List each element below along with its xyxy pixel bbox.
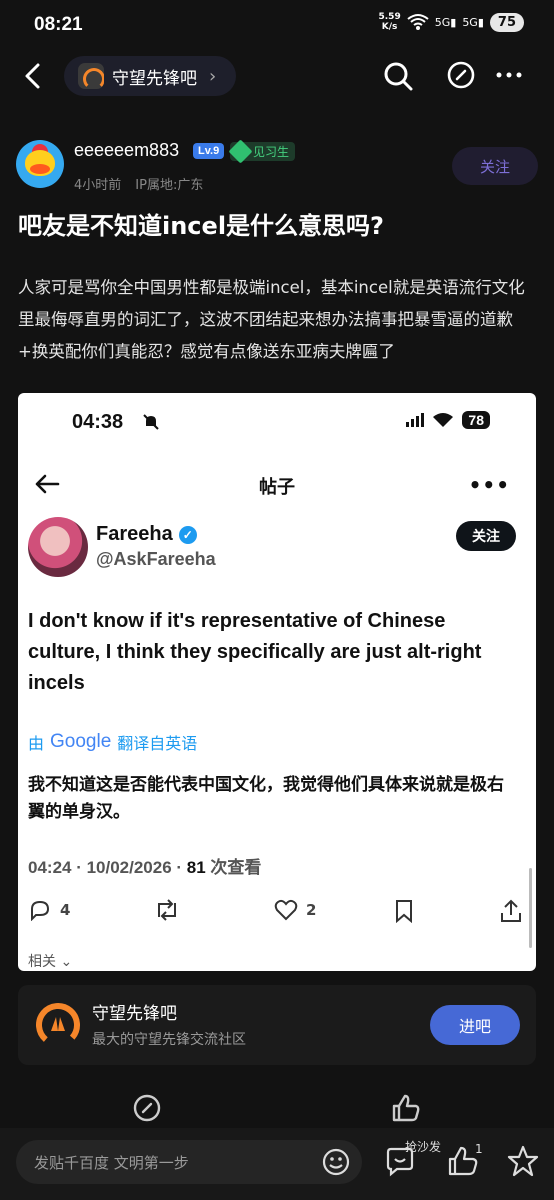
edit-reply-icon[interactable] xyxy=(131,1092,163,1124)
join-forum-button[interactable]: 进吧 xyxy=(430,1005,520,1045)
like-count-shot: 2 xyxy=(306,901,317,919)
post-actions xyxy=(0,1092,554,1128)
search-icon[interactable] xyxy=(382,60,414,92)
retweet-icon xyxy=(158,899,176,921)
top-nav: 守望先锋吧 › xyxy=(0,50,554,106)
forum-name: 守望先锋吧 xyxy=(112,68,197,89)
avatar[interactable] xyxy=(16,140,64,188)
tweet-timestamp: 04:24 · 10/02/2026 · xyxy=(28,858,187,877)
embedded-screenshot[interactable]: 04:38 78 帖子 ••• Fareeha ✓ @AskFareeha 关注… xyxy=(18,393,536,971)
bookmark-icon xyxy=(396,900,412,923)
tweet-actions: 4 2 xyxy=(28,899,528,925)
heart-icon xyxy=(274,899,298,921)
overwatch-logo-icon xyxy=(36,1003,80,1047)
chevron-right-icon: › xyxy=(209,65,217,87)
translate-label: 由 Google 翻译自英语 xyxy=(28,730,197,754)
more-icon[interactable] xyxy=(494,60,524,90)
star-icon[interactable] xyxy=(506,1144,540,1178)
shot-status-time: 04:38 xyxy=(72,411,124,433)
status-time: 08:21 xyxy=(34,14,83,35)
tweet-text: I don't know if it's representative of C… xyxy=(28,610,482,694)
author-name[interactable]: eeeeeem883 xyxy=(74,140,179,161)
wifi-icon xyxy=(407,14,429,30)
status-icons: 5.59 K/s 5G▮ 5G▮ 75 xyxy=(379,12,524,32)
translate-suffix: 翻译自英语 xyxy=(117,734,198,753)
signal-5g-icon: 5G▮ xyxy=(434,15,457,29)
post-author: eeeeeem883 Lv.9 见习生 4小时前 IP属地:广东 关注 xyxy=(16,139,538,196)
bottom-bar: 发贴千百度 文明第一步 抢沙发 1 xyxy=(0,1128,554,1200)
battery-indicator: 75 xyxy=(489,12,524,32)
shot-status-icons: 78 xyxy=(406,411,490,429)
reply-input[interactable]: 发贴千百度 文明第一步 xyxy=(16,1140,362,1184)
forum-card-name: 守望先锋吧 xyxy=(92,1004,177,1024)
shot-follow-button: 关注 xyxy=(456,521,516,551)
verified-badge-icon: ✓ xyxy=(178,525,197,544)
like-action: 2 xyxy=(274,899,316,921)
net-speed-value: 5.59 xyxy=(378,12,401,22)
net-speed-unit: K/s xyxy=(381,22,398,32)
forum-card[interactable]: 守望先锋吧 最大的守望先锋交流社区 进吧 xyxy=(18,985,536,1065)
sofa-label: 抢沙发 xyxy=(405,1140,442,1154)
gem-icon xyxy=(228,139,253,164)
overwatch-forum-icon xyxy=(78,63,104,89)
related-text: 相关 xyxy=(28,954,56,970)
post-time: 4小时前 xyxy=(74,178,122,193)
tweet-views: 81 xyxy=(186,858,206,877)
shot-page-title: 帖子 xyxy=(259,477,295,498)
share-action xyxy=(500,899,522,923)
signal1-label: 5G xyxy=(434,15,451,29)
emoji-icon[interactable] xyxy=(320,1146,352,1178)
post-title: 吧友是不知道incel是什么意思吗? xyxy=(18,212,384,240)
bell-muted-icon xyxy=(143,414,159,430)
role-badge: 见习生 xyxy=(228,139,296,164)
reply-count: 4 xyxy=(60,901,71,919)
shot-scrollbar xyxy=(529,868,532,948)
net-speed: 5.59 K/s xyxy=(379,12,401,32)
post-meta: 4小时前 IP属地:广东 xyxy=(74,174,203,193)
reply-icon xyxy=(31,900,50,921)
ip-location: IP属地:广东 xyxy=(135,178,204,193)
translate-prefix: 由 xyxy=(28,734,45,753)
bookmark-action xyxy=(394,899,414,923)
level-badge: Lv.9 xyxy=(193,143,225,159)
google-logo: Google xyxy=(50,731,112,752)
back-icon[interactable] xyxy=(20,62,48,90)
shot-author-name-row: Fareeha ✓ xyxy=(96,523,197,546)
share-icon xyxy=(501,899,521,922)
status-bar: 08:21 5.59 K/s 5G▮ 5G▮ 75 xyxy=(0,0,554,50)
shot-author-handle: @AskFareeha xyxy=(96,549,216,569)
shot-author-avatar xyxy=(28,517,88,577)
follow-button[interactable]: 关注 xyxy=(452,147,538,185)
forum-card-desc: 最大的守望先锋交流社区 xyxy=(92,1032,246,1048)
shot-wifi-icon xyxy=(433,413,454,427)
edit-icon[interactable] xyxy=(446,60,476,90)
post-body: 人家可是骂你全中国男性都是极端incel，基本incel就是英语流行文化里最侮辱… xyxy=(18,278,525,361)
like-count: 1 xyxy=(475,1142,483,1156)
reply-placeholder: 发贴千百度 文明第一步 xyxy=(34,1154,189,1172)
cell-signal-icon xyxy=(406,413,425,427)
views-label: 次查看 xyxy=(205,858,262,877)
shot-author-name: Fareeha xyxy=(96,523,173,545)
tweet-meta: 04:24 · 10/02/2026 · 81 次查看 xyxy=(28,853,261,878)
signal2-label: 5G xyxy=(462,15,478,29)
role-label: 见习生 xyxy=(253,145,290,159)
thumbs-up-icon[interactable] xyxy=(390,1092,422,1124)
translated-text: 我不知道这是否能代表中国文化，我觉得他们具体来说就是极右翼的单身汉。 xyxy=(28,775,504,822)
avatar-beak xyxy=(30,164,50,174)
retweet-action xyxy=(154,899,180,921)
signal-5g-2-icon: 5G▮ xyxy=(462,15,484,29)
related-label: 相关 ⌄ xyxy=(28,954,73,970)
reply-action: 4 xyxy=(28,899,70,921)
forum-pill[interactable]: 守望先锋吧 › xyxy=(64,56,236,96)
shot-battery: 78 xyxy=(462,411,490,429)
shot-more-icon: ••• xyxy=(468,473,510,497)
